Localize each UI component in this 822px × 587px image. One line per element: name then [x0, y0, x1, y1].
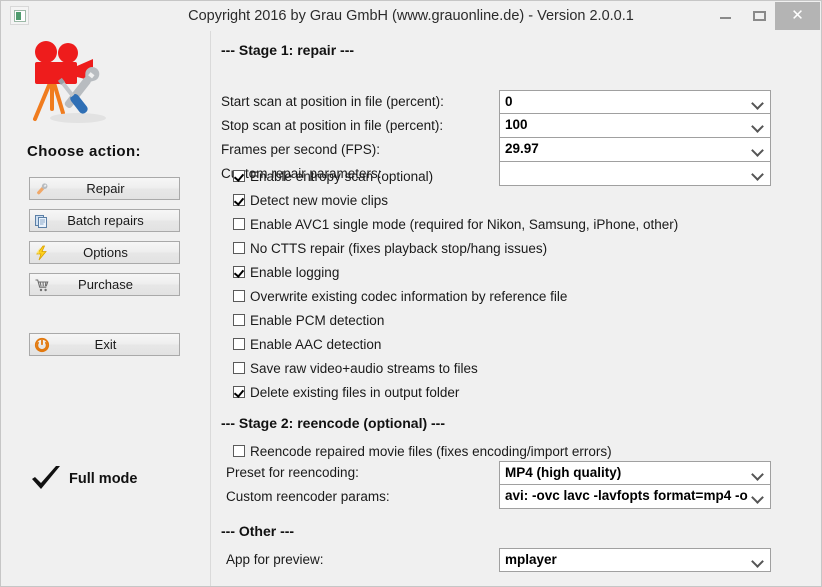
options-panel: --- Stage 1: repair --- Start scan at po… — [212, 31, 821, 586]
application-window: Copyright 2016 by Grau GmbH (www.grauonl… — [0, 0, 822, 587]
checkbox-delete-existing-files[interactable] — [233, 386, 245, 398]
start-scan-value: 0 — [505, 94, 513, 109]
repair-button[interactable]: Repair — [29, 177, 180, 200]
choose-action-label: Choose action: — [27, 143, 141, 160]
close-icon: ✕ — [791, 7, 804, 24]
checkbox-entropy-scan[interactable] — [233, 170, 245, 182]
checkbox-label-avc1-single-mode: Enable AVC1 single mode (required for Ni… — [250, 217, 679, 232]
fps-label: Frames per second (FPS): — [221, 142, 381, 157]
window-content: Choose action: Repair Batch repairs Opti… — [1, 31, 821, 586]
chevron-down-icon[interactable] — [750, 462, 766, 484]
lightning-bolt-icon — [36, 245, 47, 261]
shopping-cart-icon — [35, 279, 49, 292]
maximize-icon — [753, 11, 766, 21]
checkbox-label-no-ctts-repair: No CTTS repair (fixes playback stop/hang… — [250, 241, 548, 256]
stop-scan-value: 100 — [505, 117, 528, 132]
checkbox-label-reencode-files: Reencode repaired movie files (fixes enc… — [250, 444, 612, 459]
app-for-preview-combo[interactable]: mplayer — [499, 548, 771, 572]
fps-combo[interactable]: 29.97 — [499, 138, 771, 162]
chevron-down-icon[interactable] — [750, 91, 766, 113]
minimize-icon — [720, 17, 731, 19]
checkbox-label-enable-logging: Enable logging — [250, 265, 340, 280]
chevron-down-icon[interactable] — [750, 114, 766, 136]
sidebar: Choose action: Repair Batch repairs Opti… — [1, 31, 211, 586]
power-icon — [34, 337, 50, 353]
app-for-preview-value: mplayer — [505, 552, 557, 567]
stop-scan-combo[interactable]: 100 — [499, 114, 771, 138]
custom-reencoder-params-value: avi: -ovc lavc -lavfopts format=mp4 -oa — [505, 488, 748, 503]
checkbox-save-raw-streams[interactable] — [233, 362, 245, 374]
purchase-button[interactable]: Purchase — [29, 273, 180, 296]
fps-value: 29.97 — [505, 141, 539, 156]
preset-reencoding-value: MP4 (high quality) — [505, 465, 622, 480]
checkbox-label-overwrite-codec-info: Overwrite existing codec information by … — [250, 289, 568, 304]
batch-repairs-button[interactable]: Batch repairs — [29, 209, 180, 232]
minimize-button[interactable] — [707, 1, 743, 30]
app-for-preview-label: App for preview: — [226, 552, 324, 567]
checkbox-reencode-files[interactable] — [233, 445, 245, 457]
full-mode-indicator: Full mode — [27, 463, 197, 497]
options-button-label: Options — [83, 245, 128, 260]
checkmark-icon — [32, 466, 60, 489]
exit-button[interactable]: Exit — [29, 333, 180, 356]
stage2-heading: --- Stage 2: reencode (optional) --- — [221, 415, 445, 431]
custom-repair-params-value — [505, 162, 748, 184]
purchase-button-label: Purchase — [78, 277, 133, 292]
checkbox-detect-clips[interactable] — [233, 194, 245, 206]
checkbox-no-ctts-repair[interactable] — [233, 242, 245, 254]
repair-button-label: Repair — [86, 181, 125, 196]
checkbox-label-save-raw-streams: Save raw video+audio streams to files — [250, 361, 478, 376]
copy-documents-icon — [35, 215, 47, 228]
checkbox-enable-logging[interactable] — [233, 266, 245, 278]
maximize-button[interactable] — [741, 1, 777, 30]
checkbox-aac-detection[interactable] — [233, 338, 245, 350]
chevron-down-icon[interactable] — [750, 485, 766, 507]
checkbox-pcm-detection[interactable] — [233, 314, 245, 326]
other-heading: --- Other --- — [221, 523, 295, 539]
chevron-down-icon[interactable] — [750, 138, 766, 160]
start-scan-combo[interactable]: 0 — [499, 90, 771, 114]
checkbox-overwrite-codec-info[interactable] — [233, 290, 245, 302]
custom-repair-params-combo[interactable] — [499, 162, 771, 186]
movie-camera-repair-icon — [33, 41, 106, 123]
start-scan-label: Start scan at position in file (percent)… — [221, 94, 444, 109]
full-mode-label: Full mode — [69, 471, 138, 487]
stop-scan-label: Stop scan at position in file (percent): — [221, 118, 444, 133]
checkbox-label-aac-detection: Enable AAC detection — [250, 337, 382, 352]
chevron-down-icon[interactable] — [750, 549, 766, 571]
custom-reencoder-params-combo[interactable]: avi: -ovc lavc -lavfopts format=mp4 -oa — [499, 485, 771, 509]
checkbox-label-pcm-detection: Enable PCM detection — [250, 313, 385, 328]
stage1-heading: --- Stage 1: repair --- — [221, 42, 355, 58]
title-bar: Copyright 2016 by Grau GmbH (www.grauonl… — [1, 1, 821, 32]
close-button[interactable]: ✕ — [775, 2, 820, 30]
chevron-down-icon[interactable] — [750, 162, 766, 184]
checkbox-avc1-single-mode[interactable] — [233, 218, 245, 230]
exit-button-label: Exit — [94, 337, 117, 352]
checkbox-label-entropy-scan: Enable entropy scan (optional) — [250, 169, 434, 184]
custom-reencoder-params-label: Custom reencoder params: — [226, 489, 390, 504]
options-button[interactable]: Options — [29, 241, 180, 264]
wrench-icon — [37, 183, 48, 195]
preset-reencoding-combo[interactable]: MP4 (high quality) — [499, 461, 771, 485]
window-title: Copyright 2016 by Grau GmbH (www.grauonl… — [188, 8, 634, 24]
checkbox-label-delete-existing-files: Delete existing files in output folder — [250, 385, 460, 400]
checkbox-label-detect-clips: Detect new movie clips — [250, 193, 389, 208]
preset-reencoding-label: Preset for reencoding: — [226, 465, 359, 480]
batch-repairs-button-label: Batch repairs — [67, 213, 144, 228]
